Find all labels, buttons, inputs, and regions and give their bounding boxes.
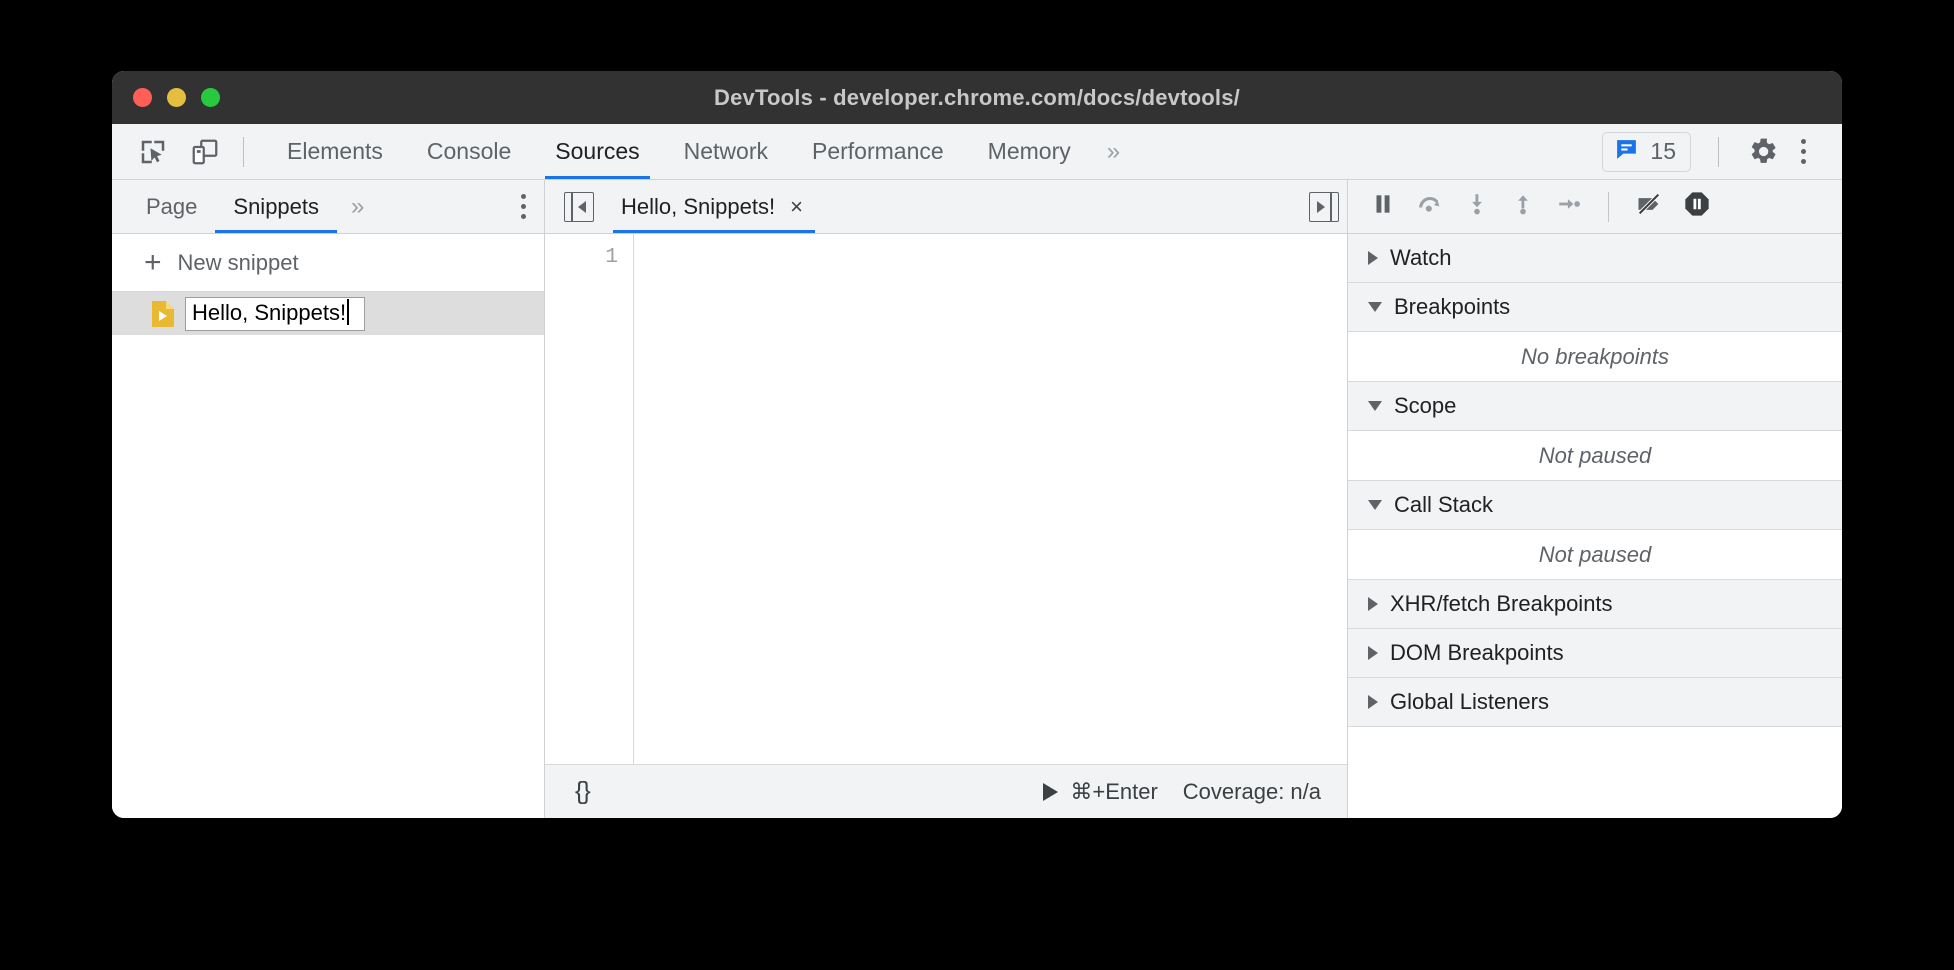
snippet-list-item[interactable]: Hello, Snippets! (112, 292, 544, 335)
editor-status-bar: {} ⌘+Enter Coverage: n/a (545, 764, 1347, 818)
step-into-icon[interactable] (1464, 191, 1490, 222)
nav-tab-snippets[interactable]: Snippets (215, 180, 337, 233)
section-call-stack[interactable]: Call Stack (1348, 481, 1842, 530)
coverage-status: Coverage: n/a (1183, 779, 1321, 805)
play-icon (1043, 783, 1058, 801)
collapse-sidebar-left-icon[interactable] (564, 192, 594, 222)
snippet-rename-value: Hello, Snippets! (192, 300, 346, 325)
section-breakpoints-title: Breakpoints (1394, 294, 1510, 320)
tab-console[interactable]: Console (405, 124, 533, 179)
new-snippet-label: New snippet (178, 250, 299, 276)
main-toolbar: Elements Console Sources Network Perform… (112, 124, 1842, 180)
chevron-right-icon (1368, 597, 1378, 611)
window-title: DevTools - developer.chrome.com/docs/dev… (112, 85, 1842, 111)
section-dom-breakpoints[interactable]: DOM Breakpoints (1348, 629, 1842, 678)
device-toolbar-icon[interactable] (188, 135, 222, 169)
editor-tab-hello-snippets[interactable]: Hello, Snippets! × (613, 180, 815, 233)
debugger-toolbar (1348, 180, 1842, 234)
toolbar-divider (243, 137, 244, 167)
editor-tab-label: Hello, Snippets! (621, 194, 775, 220)
chevron-down-icon (1368, 401, 1382, 411)
navigator-more-options-icon[interactable] (521, 194, 526, 219)
expand-sidebar-right-icon[interactable] (1309, 192, 1339, 222)
inspect-cursor-icon[interactable] (136, 135, 170, 169)
tab-network[interactable]: Network (662, 124, 790, 179)
section-global-listeners-title: Global Listeners (1390, 689, 1549, 715)
section-watch[interactable]: Watch (1348, 234, 1842, 283)
debugger-toolbar-divider (1608, 192, 1609, 222)
chevron-down-icon (1368, 500, 1382, 510)
debugger-sections: Watch Breakpoints No breakpoints Scope N… (1348, 234, 1842, 818)
step-over-icon[interactable] (1416, 190, 1444, 223)
navigator-more-tabs-chevron-icon[interactable]: » (337, 193, 378, 221)
section-scope[interactable]: Scope (1348, 382, 1842, 431)
pause-icon[interactable] (1370, 191, 1396, 222)
chevron-right-icon (1368, 251, 1378, 265)
gear-icon[interactable] (1746, 135, 1780, 169)
issues-badge-button[interactable]: 15 (1602, 132, 1691, 172)
section-dom-breakpoints-title: DOM Breakpoints (1390, 640, 1564, 666)
run-snippet-button[interactable]: ⌘+Enter (1043, 779, 1157, 805)
snippet-rename-input[interactable]: Hello, Snippets! (185, 297, 365, 331)
snippet-script-icon (152, 301, 174, 327)
editor-tab-bar: Hello, Snippets! × (545, 180, 1347, 234)
kebab-menu-icon[interactable] (1786, 135, 1820, 169)
close-icon[interactable]: × (790, 196, 803, 218)
step-out-icon[interactable] (1510, 191, 1536, 222)
navigator-tabs: Page Snippets » (112, 180, 544, 234)
text-caret (347, 299, 349, 325)
deactivate-breakpoints-icon[interactable] (1635, 190, 1663, 223)
editor-pane: Hello, Snippets! × 1 {} ⌘+Enter (545, 180, 1347, 818)
code-editor[interactable]: 1 (545, 234, 1347, 764)
more-tabs-chevron-icon[interactable]: » (1093, 138, 1134, 166)
window-title-bar: DevTools - developer.chrome.com/docs/dev… (112, 71, 1842, 124)
issues-message-icon (1614, 137, 1639, 167)
section-breakpoints[interactable]: Breakpoints (1348, 283, 1842, 332)
section-call-stack-title: Call Stack (1394, 492, 1493, 518)
toolbar-divider-right (1718, 137, 1719, 167)
run-shortcut-label: ⌘+Enter (1070, 779, 1157, 805)
panel-tabs: Elements Console Sources Network Perform… (265, 124, 1134, 179)
line-number: 1 (545, 246, 618, 269)
step-icon[interactable] (1556, 191, 1582, 222)
section-watch-title: Watch (1390, 245, 1452, 271)
chevron-right-icon (1368, 695, 1378, 709)
chevron-down-icon (1368, 302, 1382, 312)
section-xhr-fetch-breakpoints[interactable]: XHR/fetch Breakpoints (1348, 580, 1842, 629)
tab-elements[interactable]: Elements (265, 124, 405, 179)
devtools-window: DevTools - developer.chrome.com/docs/dev… (112, 71, 1842, 818)
tab-sources[interactable]: Sources (533, 124, 661, 179)
navigator-pane: Page Snippets » + New snippet (112, 180, 545, 818)
line-number-gutter: 1 (545, 234, 634, 764)
pretty-print-button[interactable]: {} (575, 777, 590, 806)
section-call-stack-body: Not paused (1348, 530, 1842, 580)
tab-memory[interactable]: Memory (966, 124, 1093, 179)
nav-tab-page[interactable]: Page (128, 180, 215, 233)
tab-performance[interactable]: Performance (790, 124, 966, 179)
devtools-body: Page Snippets » + New snippet (112, 180, 1842, 818)
section-breakpoints-body: No breakpoints (1348, 332, 1842, 382)
chevron-right-icon (1368, 646, 1378, 660)
section-scope-title: Scope (1394, 393, 1456, 419)
pause-on-exceptions-icon[interactable] (1683, 190, 1711, 223)
new-snippet-button[interactable]: + New snippet (112, 234, 544, 292)
debugger-pane: Watch Breakpoints No breakpoints Scope N… (1347, 180, 1842, 818)
code-content[interactable] (634, 234, 1347, 764)
issues-count: 15 (1650, 138, 1676, 165)
plus-icon: + (144, 248, 162, 278)
section-global-listeners[interactable]: Global Listeners (1348, 678, 1842, 727)
section-xhr-fetch-breakpoints-title: XHR/fetch Breakpoints (1390, 591, 1613, 617)
section-scope-body: Not paused (1348, 431, 1842, 481)
